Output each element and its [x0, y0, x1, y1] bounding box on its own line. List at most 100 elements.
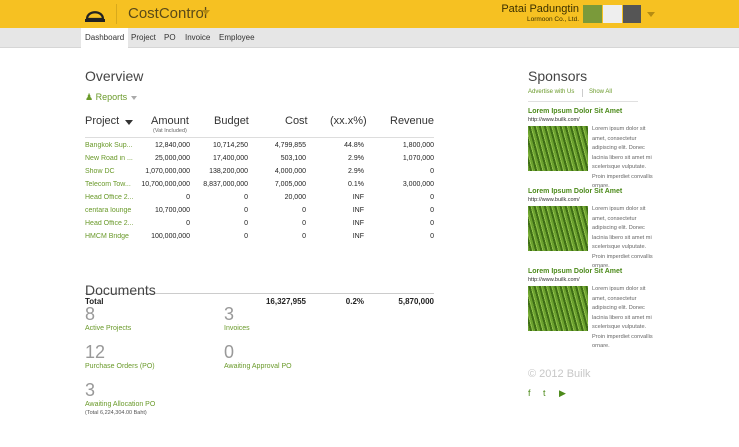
- budget-cell: 0: [244, 233, 248, 240]
- amount-cell: 10,700,000,000: [141, 181, 190, 188]
- col-project[interactable]: Project: [85, 115, 119, 127]
- sponsor-link-separator: [582, 89, 583, 97]
- table-row[interactable]: Bangkok Sup... 12,840,000 10,714,250 4,799,…: [85, 141, 434, 154]
- app-brand[interactable]: CostControl: [128, 5, 207, 22]
- project-name[interactable]: Head Office 2...: [85, 220, 135, 227]
- reports-label: Reports: [95, 92, 128, 102]
- advertise-link[interactable]: Advertise with Us: [528, 89, 574, 95]
- col-ratio: (xx.x%): [330, 115, 367, 127]
- project-name[interactable]: Show DC: [85, 168, 135, 175]
- revenue-cell: 0: [430, 194, 434, 201]
- ratio-cell: 2.9%: [348, 168, 364, 175]
- revenue-cell: 1,070,000: [402, 155, 434, 162]
- tab-invoice[interactable]: Invoice: [181, 28, 214, 48]
- tab-project[interactable]: Project: [127, 28, 160, 48]
- budget-cell: 0: [244, 207, 248, 214]
- sponsor-image[interactable]: [528, 206, 588, 251]
- twitter-icon[interactable]: t: [543, 388, 546, 398]
- overview-title: Overview: [85, 68, 144, 84]
- main-content: Overview ♟ Reports Project Amount (Vat I…: [0, 48, 739, 447]
- cost-cell: 503,100: [280, 155, 306, 162]
- awaiting-approval-count: 0: [224, 342, 235, 362]
- awaiting-approval-link[interactable]: Awaiting Approval PO: [224, 363, 292, 370]
- project-name[interactable]: Head Office 2...: [85, 194, 135, 201]
- sponsor-image[interactable]: [528, 126, 588, 171]
- total-cost: 16,327,955: [265, 297, 306, 306]
- total-row: Total 16,327,955 0.2% 5,870,000: [85, 296, 434, 310]
- facebook-icon[interactable]: f: [528, 388, 531, 398]
- budget-cell: 138,200,000: [209, 168, 248, 175]
- project-name[interactable]: Bangkok Sup...: [85, 142, 135, 149]
- table-row[interactable]: Show DC 1,070,000,000 138,200,000 4,000,000…: [85, 167, 434, 180]
- top-bar: CostControl Patai Padungtin Lormoon Co.,…: [0, 0, 739, 28]
- budget-cell: 10,714,250: [212, 142, 248, 149]
- revenue-cell: 3,000,000: [402, 181, 434, 188]
- revenue-cell: 0: [430, 233, 434, 240]
- helmet-icon[interactable]: [84, 4, 106, 24]
- tab-po[interactable]: PO: [160, 28, 180, 48]
- nav-bar: Dashboard Project PO Invoice Employee: [0, 28, 739, 48]
- project-name[interactable]: New Road in ...: [85, 155, 135, 162]
- table-row[interactable]: Head Office 2... 0 0 20,000 INF 0: [85, 193, 434, 206]
- active-projects-link[interactable]: Active Projects: [85, 325, 131, 332]
- sponsor-url[interactable]: http://www.builk.com/: [528, 277, 580, 283]
- ratio-cell: INF: [352, 207, 364, 214]
- purchase-orders-link[interactable]: Purchase Orders (PO): [85, 363, 155, 370]
- project-name[interactable]: Telecom Tow...: [85, 181, 135, 188]
- reports-caret-icon[interactable]: [131, 96, 137, 100]
- purchase-orders-count: 12: [85, 342, 106, 362]
- sponsor-title[interactable]: Lorem Ipsum Dolor Sit Amet: [528, 268, 622, 275]
- cost-cell: 4,000,000: [274, 168, 306, 175]
- brand-caret-icon[interactable]: [202, 10, 210, 15]
- table-row[interactable]: New Road in ... 25,000,000 17,400,000 503,1…: [85, 154, 434, 167]
- col-amount-sub: (Vat Included): [153, 128, 187, 134]
- total-ratio: 0.2%: [345, 297, 364, 306]
- awaiting-allocation-link[interactable]: Awaiting Allocation PO: [85, 401, 155, 408]
- youtube-icon[interactable]: ▶: [559, 388, 566, 399]
- user-menu-caret-icon[interactable]: [647, 12, 655, 17]
- ratio-cell: INF: [352, 220, 364, 227]
- budget-cell: 8,837,000,000: [203, 181, 248, 188]
- avatar[interactable]: [623, 5, 641, 23]
- company-logo-thumb[interactable]: [583, 5, 602, 23]
- budget-cell: 0: [244, 194, 248, 201]
- revenue-cell: 0: [430, 207, 434, 214]
- reports-dropdown[interactable]: ♟ Reports: [85, 92, 127, 103]
- documents-title: Documents: [85, 282, 156, 298]
- user-name[interactable]: Patai Padungtin: [501, 3, 579, 15]
- budget-cell: 17,400,000: [212, 155, 248, 162]
- sponsor-title[interactable]: Lorem Ipsum Dolor Sit Amet: [528, 108, 622, 115]
- project-name[interactable]: HMCM Bridge: [85, 233, 135, 240]
- sponsor-image[interactable]: [528, 286, 588, 331]
- project-name[interactable]: centara lounge: [85, 207, 135, 214]
- amount-cell: 10,700,000: [154, 207, 190, 214]
- table-row[interactable]: Head Office 2... 0 0 0 INF 0: [85, 219, 434, 232]
- sponsor-url[interactable]: http://www.builk.com/: [528, 117, 580, 123]
- ratio-cell: 44.8%: [344, 142, 364, 149]
- sponsor-title[interactable]: Lorem Ipsum Dolor Sit Amet: [528, 188, 622, 195]
- show-all-link[interactable]: Show All: [589, 89, 612, 95]
- project-sort-caret-icon[interactable]: [125, 120, 133, 125]
- cost-cell: 20,000: [284, 194, 306, 201]
- cost-cell: 0: [302, 220, 306, 227]
- cost-cell: 0: [302, 233, 306, 240]
- ratio-cell: INF: [352, 194, 364, 201]
- header-divider: [85, 137, 434, 138]
- tab-employee[interactable]: Employee: [215, 28, 259, 48]
- tab-dashboard[interactable]: Dashboard: [81, 28, 129, 48]
- revenue-cell: 1,800,000: [402, 142, 434, 149]
- invoices-count: 3: [224, 304, 235, 324]
- table-row[interactable]: Telecom Tow... 10,700,000,000 8,837,000,00…: [85, 180, 434, 193]
- table-row[interactable]: HMCM Bridge 100,000,000 0 0 INF 0: [85, 232, 434, 245]
- copyright: © 2012 Builk: [528, 368, 591, 380]
- awaiting-allocation-count: 3: [85, 380, 96, 400]
- revenue-cell: 0: [430, 168, 434, 175]
- partner-logo-thumb[interactable]: [603, 5, 622, 23]
- sponsor-description: Lorem ipsum dolor sit amet, consectetur …: [592, 286, 653, 349]
- table-row[interactable]: centara lounge 10,700,000 0 0 INF 0: [85, 206, 434, 219]
- invoices-link[interactable]: Invoices: [224, 325, 250, 332]
- amount-cell: 100,000,000: [151, 233, 190, 240]
- sponsors-title: Sponsors: [528, 68, 588, 84]
- sponsors-divider: [528, 101, 638, 102]
- sponsor-url[interactable]: http://www.builk.com/: [528, 197, 580, 203]
